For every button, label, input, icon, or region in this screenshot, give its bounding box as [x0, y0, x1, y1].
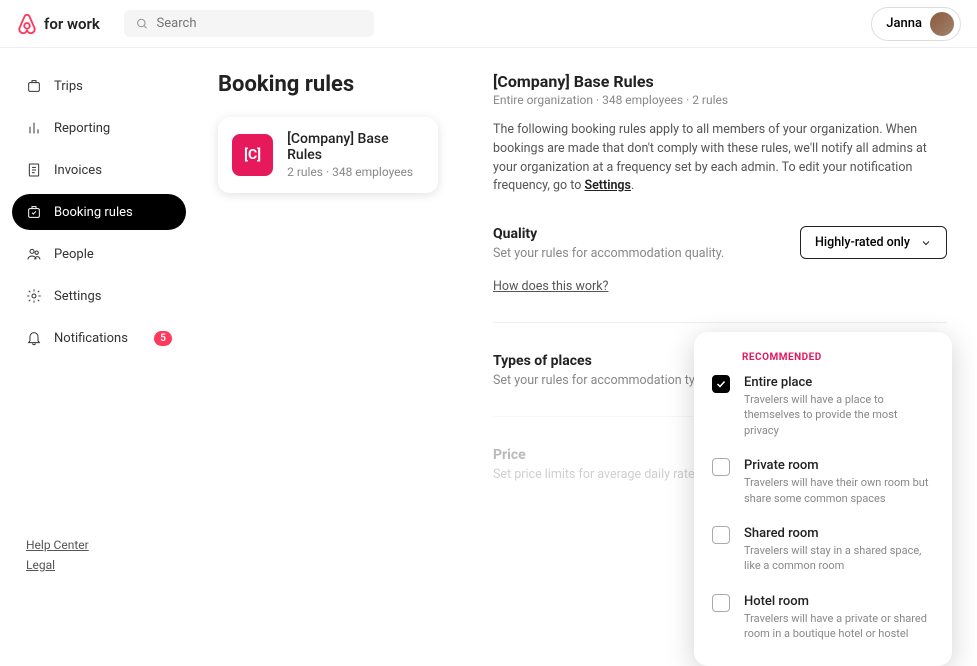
legal-link[interactable]: Legal — [26, 558, 172, 572]
sidebar: Trips Reporting Invoices Booking rules P… — [0, 48, 198, 610]
suitcase-icon — [26, 78, 42, 94]
avatar — [930, 12, 954, 36]
type-option-entire[interactable]: Entire place Travelers will have a place … — [712, 367, 934, 450]
checkbox[interactable] — [712, 594, 730, 612]
invoice-icon — [26, 162, 42, 178]
rules-list-panel: Booking rules [C] [Company] Base Rules 2… — [198, 48, 463, 610]
quality-dropdown[interactable]: Highly-rated only — [800, 226, 947, 259]
user-menu[interactable]: Janna — [871, 7, 961, 41]
rules-icon — [26, 204, 42, 220]
brand-logo[interactable]: for work — [16, 13, 100, 35]
recommended-label: RECOMMENDED — [742, 352, 934, 363]
page-title: Booking rules — [218, 72, 438, 97]
chart-icon — [26, 120, 42, 136]
search-input-wrap[interactable] — [124, 10, 374, 37]
option-desc: Travelers will have a private or shared … — [744, 611, 934, 642]
divider — [493, 322, 947, 323]
rule-subtitle: Entire organization · 348 employees · 2 … — [493, 93, 947, 107]
checkbox[interactable] — [712, 375, 730, 393]
type-option-shared[interactable]: Shared room Travelers will stay in a shar… — [712, 518, 934, 586]
option-title: Shared room — [744, 526, 934, 541]
search-input[interactable] — [157, 16, 362, 31]
rule-avatar: [C] — [232, 134, 273, 176]
sidebar-item-trips[interactable]: Trips — [12, 68, 186, 104]
help-center-link[interactable]: Help Center — [26, 538, 172, 552]
sidebar-item-invoices[interactable]: Invoices — [12, 152, 186, 188]
rule-card[interactable]: [C] [Company] Base Rules 2 rules · 348 e… — [218, 117, 438, 193]
quality-section: Quality Set your rules for accommodation… — [493, 226, 947, 294]
bell-icon — [26, 330, 42, 346]
option-desc: Travelers will have their own room but s… — [744, 475, 934, 506]
airbnb-logo-icon — [16, 13, 38, 35]
people-icon — [26, 246, 42, 262]
option-title: Private room — [744, 458, 934, 473]
checkbox[interactable] — [712, 458, 730, 476]
option-title: Entire place — [744, 375, 934, 390]
rule-title: [Company] Base Rules — [493, 72, 947, 91]
search-icon — [136, 17, 149, 31]
sidebar-item-booking-rules[interactable]: Booking rules — [12, 194, 186, 230]
types-dropdown-panel: RECOMMENDED Entire place Travelers will h… — [694, 332, 952, 666]
settings-link[interactable]: Settings — [584, 178, 631, 193]
rule-description: The following booking rules apply to all… — [493, 121, 947, 196]
option-desc: Travelers will stay in a shared space, l… — [744, 543, 934, 574]
chevron-down-icon — [920, 237, 932, 249]
type-option-hotel[interactable]: Hotel room Travelers will have a private … — [712, 586, 934, 654]
sidebar-item-reporting[interactable]: Reporting — [12, 110, 186, 146]
quality-desc: Set your rules for accommodation quality… — [493, 246, 724, 261]
sidebar-item-people[interactable]: People — [12, 236, 186, 272]
option-title: Hotel room — [744, 594, 934, 609]
sidebar-item-settings[interactable]: Settings — [12, 278, 186, 314]
quality-title: Quality — [493, 226, 724, 242]
types-desc: Set your rules for accommodation type. — [493, 373, 712, 388]
type-option-private[interactable]: Private room Travelers will have their ow… — [712, 450, 934, 518]
types-title: Types of places — [493, 353, 712, 369]
checkbox[interactable] — [712, 526, 730, 544]
user-name: Janna — [886, 16, 922, 31]
option-desc: Travelers will have a place to themselve… — [744, 392, 934, 438]
gear-icon — [26, 288, 42, 304]
rule-card-title: [Company] Base Rules — [287, 131, 424, 163]
sidebar-item-notifications[interactable]: Notifications 5 — [12, 320, 186, 356]
quality-help-link[interactable]: How does this work? — [493, 279, 608, 294]
brand-text: for work — [44, 15, 100, 33]
rule-card-meta: 2 rules · 348 employees — [287, 165, 424, 179]
notification-badge: 5 — [154, 331, 172, 346]
